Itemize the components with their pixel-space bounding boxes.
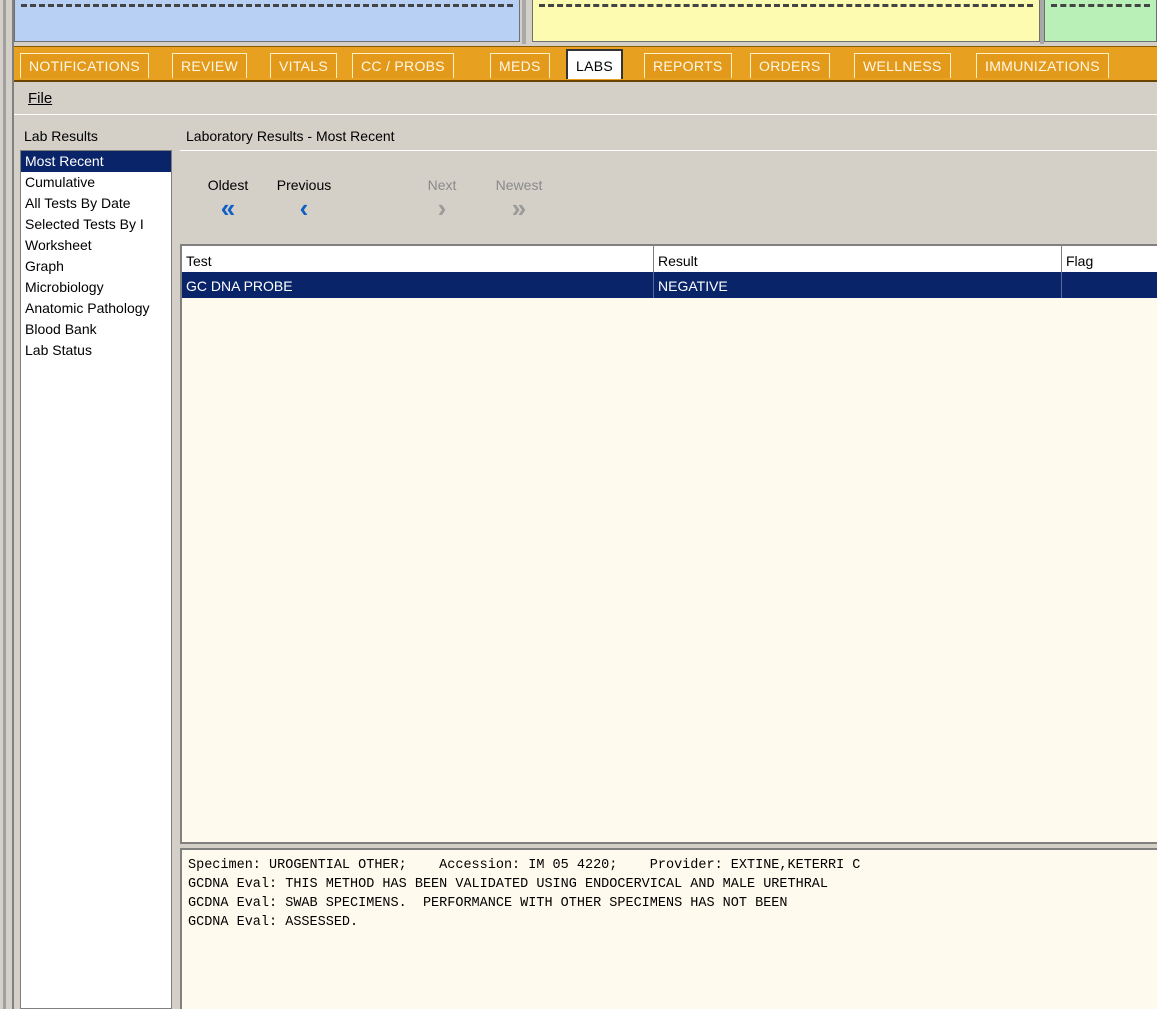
previous-button[interactable]: Previous ‹: [272, 177, 336, 221]
column-header-result[interactable]: Result: [654, 246, 1062, 272]
tab-cc-probs[interactable]: CC / PROBS: [352, 53, 454, 78]
detail-line: GCDNA Eval: THIS METHOD HAS BEEN VALIDAT…: [188, 877, 829, 892]
file-menu-label: File: [28, 90, 53, 107]
nav-item-microbiology[interactable]: Microbiology: [21, 277, 171, 298]
nav-item-lab-status[interactable]: Lab Status: [21, 340, 171, 361]
cell-flag: [1062, 272, 1157, 298]
double-chevron-right-icon: »: [511, 193, 527, 223]
tab-immunizations[interactable]: IMMUNIZATIONS: [976, 53, 1109, 78]
patient-info-panel[interactable]: [14, 0, 520, 42]
result-detail-text[interactable]: Specimen: UROGENTIAL OTHER; Accession: I…: [180, 848, 1157, 1009]
panel-divider: [522, 0, 526, 44]
postings-panel[interactable]: [532, 0, 1040, 42]
table-row[interactable]: GC DNA PROBE NEGATIVE: [182, 272, 1157, 298]
newest-button[interactable]: Newest »: [490, 177, 548, 221]
result-pager: Oldest « Previous ‹ Next › Newest »: [180, 152, 1157, 242]
tab-notifications[interactable]: NOTIFICATIONS: [20, 53, 149, 78]
next-label: Next: [427, 177, 457, 193]
menu-bar: File: [14, 84, 1157, 115]
app-window-edge: [0, 0, 14, 1009]
nav-item-blood-bank[interactable]: Blood Bank: [21, 319, 171, 340]
table-header: Test Result Flag: [182, 246, 1157, 273]
tab-labs[interactable]: LABS: [566, 49, 623, 79]
tab-meds[interactable]: MEDS: [490, 53, 550, 78]
cell-result: NEGATIVE: [654, 272, 1062, 298]
cell-test: GC DNA PROBE: [182, 272, 654, 298]
lab-results-header: Lab Results: [24, 128, 98, 144]
double-chevron-left-icon: «: [220, 193, 236, 223]
detail-line: GCDNA Eval: SWAB SPECIMENS. PERFORMANCE …: [188, 896, 788, 911]
patient-header-panels: [14, 0, 1157, 46]
column-header-test[interactable]: Test: [182, 246, 654, 272]
pane-splitter[interactable]: [172, 150, 180, 1009]
content-title: Laboratory Results - Most Recent: [186, 128, 395, 144]
nav-item-selected-tests[interactable]: Selected Tests By I: [21, 214, 171, 235]
previous-label: Previous: [276, 177, 332, 193]
tab-vitals[interactable]: VITALS: [270, 53, 338, 78]
file-menu[interactable]: File: [28, 90, 52, 107]
chart-tab-bar: NOTIFICATIONS REVIEW VITALS CC / PROBS M…: [14, 46, 1157, 82]
oldest-button[interactable]: Oldest «: [202, 177, 254, 221]
chevron-left-icon: ‹: [299, 193, 309, 223]
nav-item-worksheet[interactable]: Worksheet: [21, 235, 171, 256]
tab-review[interactable]: REVIEW: [172, 53, 248, 78]
next-button[interactable]: Next ›: [422, 177, 462, 221]
nav-item-all-tests-by-date[interactable]: All Tests By Date: [21, 193, 171, 214]
tab-wellness[interactable]: WELLNESS: [854, 53, 951, 78]
status-panel[interactable]: [1044, 0, 1157, 42]
nav-item-cumulative[interactable]: Cumulative: [21, 172, 171, 193]
newest-label: Newest: [495, 177, 543, 193]
nav-item-graph[interactable]: Graph: [21, 256, 171, 277]
nav-item-anatomic-pathology[interactable]: Anatomic Pathology: [21, 298, 171, 319]
nav-item-most-recent[interactable]: Most Recent: [21, 151, 171, 172]
tab-orders[interactable]: ORDERS: [750, 53, 830, 78]
title-divider: [180, 150, 1157, 151]
column-header-flag[interactable]: Flag: [1062, 246, 1157, 272]
detail-line: Specimen: UROGENTIAL OTHER; Accession: I…: [188, 858, 861, 873]
lab-results-list[interactable]: Most Recent Cumulative All Tests By Date…: [20, 150, 172, 1009]
chevron-right-icon: ›: [437, 193, 447, 223]
oldest-label: Oldest: [207, 177, 249, 193]
detail-line: GCDNA Eval: ASSESSED.: [188, 915, 359, 930]
results-table[interactable]: Test Result Flag GC DNA PROBE NEGATIVE: [180, 244, 1157, 844]
tab-reports[interactable]: REPORTS: [644, 53, 732, 78]
